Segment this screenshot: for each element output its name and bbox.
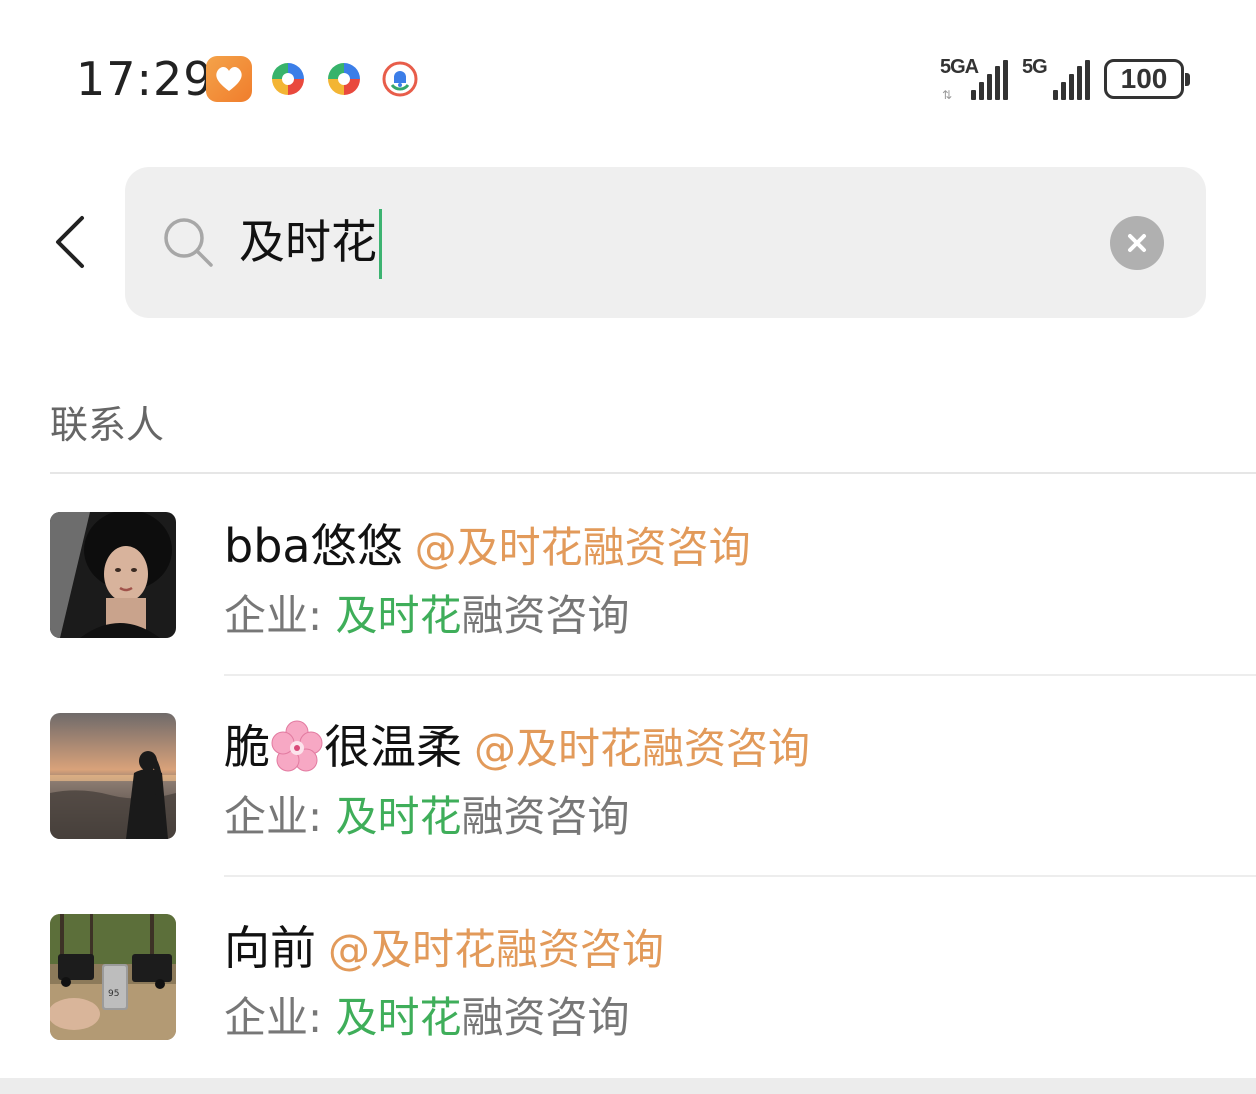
corp-tag: @及时花融资咨询 [474,724,811,773]
heart-app-icon [206,56,252,102]
company-highlight: 及时花 [335,993,462,1042]
bottom-separator [0,1078,1256,1094]
contact-row[interactable]: 脆 很温柔 @及时花融资咨询 企业: 及时花融资咨询 [0,713,1256,913]
system-status: 5GA ⇅ 5G 100 [940,56,1190,102]
corp-tag: @及时花融资咨询 [414,523,751,572]
bell-app-icon [382,61,418,97]
row-divider [224,674,1256,676]
company-highlight: 及时花 [335,792,462,841]
contact-company: 企业: 及时花融资咨询 [224,990,630,1046]
status-time: 17:29 [76,52,214,106]
row-divider [224,875,1256,877]
section-title-contacts: 联系人 [50,403,165,447]
colorful-app-icon [326,61,362,97]
company-highlight: 及时花 [335,591,462,640]
cherry-blossom-icon [271,720,323,771]
data-arrows-icon: ⇅ [942,88,953,102]
colorful-app-icon [270,61,306,97]
corp-tag: @及时花融资咨询 [328,925,665,974]
contact-row[interactable]: 95 向前 @及时花融资咨询 企业: 及时花融资咨询 [0,914,1256,1094]
company-rest: 融资咨询 [461,591,630,640]
close-icon [1128,234,1146,252]
search-query-text: 及时花 [239,215,377,269]
contact-name-line: bba悠悠 @及时花融资咨询 [224,516,751,578]
contact-name-line: 向前 @及时花融资咨询 [224,918,664,980]
section-divider [50,472,1256,474]
status-bar: 17:29 5GA ⇅ 5G 100 [0,0,1256,150]
avatar [50,713,176,839]
search-bar[interactable]: 及时花 [125,167,1206,318]
signal-5g-icon: 5G [1022,56,1090,102]
notification-icons [206,56,420,102]
company-rest: 融资咨询 [461,792,630,841]
avatar: 95 [50,914,176,1040]
avatar [50,512,176,638]
back-arrow-icon[interactable] [48,212,92,272]
contact-row[interactable]: bba悠悠 @及时花融资咨询 企业: 及时花融资咨询 [0,512,1256,712]
contact-name-line: 脆 很温柔 @及时花融资咨询 [224,717,810,779]
contact-company: 企业: 及时花融资咨询 [224,789,630,845]
signal-5g-label: 5G [1022,56,1048,78]
company-prefix: 企业: [224,792,336,841]
contact-name-part2: 很温柔 [324,720,462,774]
battery-icon: 100 [1104,59,1190,99]
contact-name-part1: 脆 [224,720,270,774]
text-caret [379,208,382,279]
contact-name: 向前 [224,921,316,975]
clear-search-button[interactable] [1110,216,1164,270]
signal-5ga-icon: 5GA ⇅ [940,56,1008,102]
search-icon [164,218,213,267]
search-input[interactable]: 及时花 [239,208,382,279]
company-rest: 融资咨询 [461,993,630,1042]
company-prefix: 企业: [224,993,336,1042]
svg-text:95: 95 [108,989,119,999]
contact-name: bba悠悠 [224,519,403,573]
company-prefix: 企业: [224,591,336,640]
contact-company: 企业: 及时花融资咨询 [224,588,630,644]
